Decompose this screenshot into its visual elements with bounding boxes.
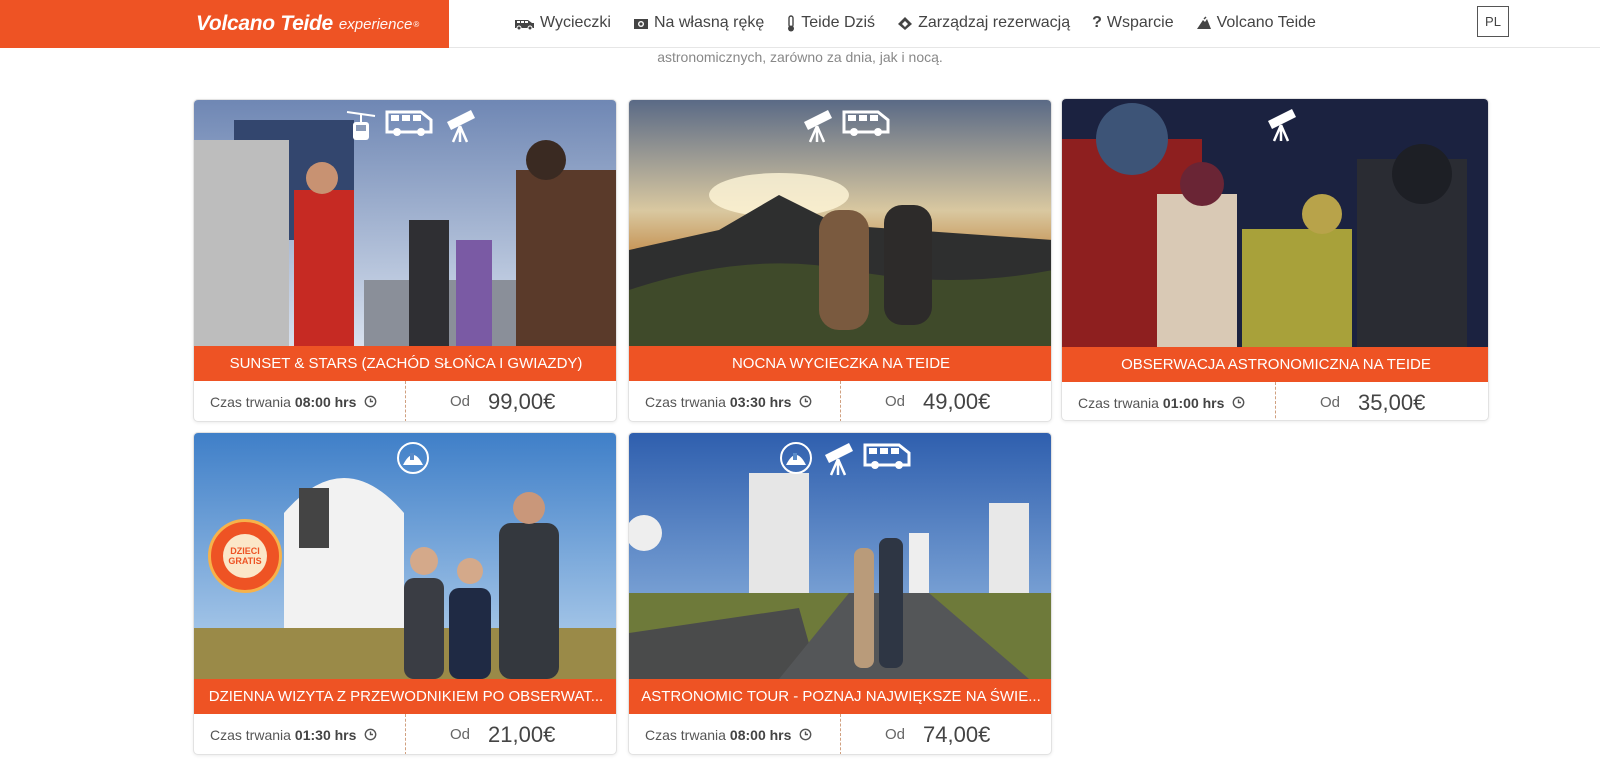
tour-photo[interactable] [194, 100, 616, 346]
tour-title[interactable]: DZIENNA WIZYTA Z PRZEWODNIKIEM PO OBSERW… [194, 679, 616, 714]
nav-label: Na własną rękę [653, 14, 765, 31]
van-icon [863, 443, 911, 469]
duration-value: 03:30 hrs [729, 393, 792, 410]
tour-info: Czas trwania 08:00 hrs Od 99,00€ [194, 381, 616, 421]
price-value: 35,00€ [1358, 389, 1426, 415]
logo-reg-mark: ® [413, 19, 420, 29]
logo-brand: Volcano Teide [196, 12, 333, 35]
tour-card[interactable]: DZIECI GRATIS DZIENNA WIZYTA Z PRZEWODNI… [193, 432, 617, 755]
tour-info: Czas trwania 08:00 hrs Od 74,00€ [629, 714, 1051, 754]
main-nav: Wycieczki Na własną rękę Teide Dziś Zarz… [514, 0, 1316, 46]
duration-label: Czas trwania [645, 726, 726, 743]
ticket-icon [898, 16, 913, 30]
tour-photo[interactable] [629, 100, 1051, 346]
duration: Czas trwania 03:30 hrs [629, 381, 841, 421]
clock-icon [365, 728, 377, 741]
duration: Czas trwania 01:00 hrs [1062, 382, 1276, 420]
nav-label: Volcano Teide [1216, 14, 1316, 31]
van-icon [515, 19, 534, 30]
question-icon: ? [1092, 14, 1102, 31]
tour-title[interactable]: NOCNA WYCIECZKA NA TEIDE [629, 346, 1051, 381]
price: Od 49,00€ [841, 381, 1051, 421]
tour-info: Czas trwania 01:00 hrs Od 35,00€ [1062, 382, 1488, 420]
nav-item-volcano-teide[interactable]: Volcano Teide [1196, 14, 1316, 32]
observatory-icon [397, 442, 429, 474]
price-label: Od [450, 726, 471, 743]
tour-card[interactable]: NOCNA WYCIECZKA NA TEIDE Czas trwania 03… [628, 99, 1052, 422]
duration-label: Czas trwania [210, 393, 291, 410]
price-value: 74,00€ [923, 721, 991, 747]
duration-value: 01:30 hrs [294, 726, 357, 743]
price-label: Od [885, 726, 906, 743]
nav-label: Wsparcie [1106, 14, 1174, 31]
clock-icon [365, 395, 377, 408]
language-selector[interactable]: PL [1477, 6, 1509, 37]
logo[interactable]: Volcano Teide experience ® [0, 0, 449, 48]
clock-icon [800, 395, 812, 408]
nav-item-wycieczki[interactable]: Wycieczki [514, 14, 611, 32]
duration: Czas trwania 01:30 hrs [194, 714, 406, 754]
price-label: Od [450, 393, 471, 410]
nav-item-wsparcie[interactable]: ? Wsparcie [1092, 14, 1173, 32]
nav-label: Teide Dziś [801, 14, 876, 31]
price-label: Od [885, 393, 906, 410]
nav-label: Wycieczki [540, 14, 611, 31]
tour-title[interactable]: OBSERWACJA ASTRONOMICZNA NA TEIDE [1062, 347, 1488, 382]
clock-icon [1233, 396, 1245, 409]
van-icon [842, 110, 890, 136]
tour-photo[interactable] [1062, 99, 1488, 347]
nav-item-teide-dzis[interactable]: Teide Dziś [786, 14, 875, 32]
tour-card[interactable]: OBSERWACJA ASTRONOMICZNA NA TEIDE Czas t… [1061, 98, 1489, 421]
top-bar: Volcano Teide experience ® Wycieczki Na … [0, 0, 1600, 48]
telescope-icon [825, 443, 853, 476]
cable-car-icon [346, 111, 376, 140]
tour-info: Czas trwania 03:30 hrs Od 49,00€ [629, 381, 1051, 421]
duration: Czas trwania 08:00 hrs [629, 714, 841, 754]
price: Od 21,00€ [406, 714, 616, 754]
duration-value: 08:00 hrs [294, 393, 357, 410]
price-value: 49,00€ [923, 388, 991, 414]
logo-suffix: experience [338, 15, 413, 33]
price: Od 74,00€ [841, 714, 1051, 754]
duration-value: 08:00 hrs [729, 726, 792, 743]
duration: Czas trwania 08:00 hrs [194, 381, 406, 421]
volcano-icon [1196, 16, 1211, 29]
telescope-icon [447, 110, 475, 143]
tour-title[interactable]: ASTRONOMIC TOUR - POZNAJ NAJWIĘKSZE NA Ś… [629, 679, 1051, 714]
price: Od 99,00€ [406, 381, 616, 421]
price: Od 35,00€ [1276, 382, 1488, 420]
tour-info: Czas trwania 01:30 hrs Od 21,00€ [194, 714, 616, 754]
tour-photo[interactable] [629, 433, 1051, 679]
kids-free-badge: DZIECI GRATIS [208, 519, 282, 593]
tour-card[interactable]: SUNSET & STARS (ZACHÓD SŁOŃCA I GWIAZDY)… [193, 99, 617, 422]
clock-icon [800, 728, 812, 741]
tour-photo[interactable]: DZIECI GRATIS [194, 433, 616, 679]
van-icon [385, 110, 433, 136]
duration-label: Czas trwania [645, 393, 726, 410]
tour-card[interactable]: ASTRONOMIC TOUR - POZNAJ NAJWIĘKSZE NA Ś… [628, 432, 1052, 755]
price-value: 99,00€ [488, 388, 556, 414]
observatory-icon [780, 442, 812, 474]
nav-item-zarzadzaj-rezerwacja[interactable]: Zarządzaj rezerwacją [897, 14, 1070, 32]
nav-item-na-wlasna-reke[interactable]: Na własną rękę [633, 14, 764, 32]
camera-icon [633, 18, 648, 29]
price-value: 21,00€ [488, 721, 556, 747]
telescope-icon [804, 110, 832, 143]
nav-label: Zarządzaj rezerwacją [918, 14, 1071, 31]
tour-title[interactable]: SUNSET & STARS (ZACHÓD SŁOŃCA I GWIAZDY) [194, 346, 616, 381]
duration-value: 01:00 hrs [1162, 394, 1225, 411]
duration-label: Czas trwania [210, 726, 291, 743]
thermometer-icon [788, 14, 795, 31]
telescope-icon [1268, 109, 1296, 142]
duration-label: Czas trwania [1078, 394, 1159, 411]
intro-text: astronomicznych, zarówno za dnia, jak i … [657, 49, 943, 65]
price-label: Od [1320, 394, 1341, 411]
kids-free-text: DZIECI GRATIS [223, 534, 267, 578]
